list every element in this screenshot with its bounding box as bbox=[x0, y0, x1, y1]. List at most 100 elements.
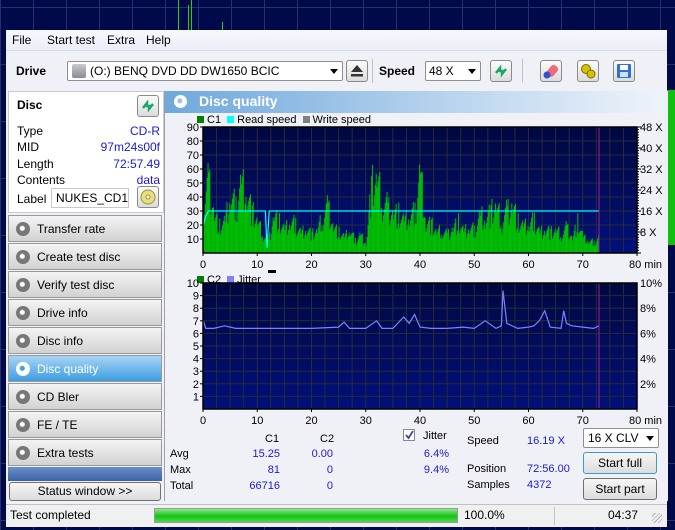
c1-bar bbox=[329, 228, 331, 253]
resize-grip[interactable] bbox=[652, 513, 662, 523]
c1-bar bbox=[533, 212, 535, 253]
c1-bar bbox=[391, 215, 393, 253]
refresh-speed-button[interactable] bbox=[490, 60, 512, 82]
c1-bar bbox=[552, 235, 554, 253]
stats-total-label: Total bbox=[170, 480, 194, 492]
c1-bar bbox=[341, 235, 343, 253]
menu-file[interactable]: File bbox=[12, 33, 31, 47]
status-window-button[interactable]: Status window >> bbox=[9, 482, 161, 501]
c1-bar bbox=[573, 230, 575, 253]
c1-bar bbox=[403, 221, 405, 253]
c1-bar bbox=[282, 225, 284, 253]
c1-bar bbox=[283, 223, 285, 253]
c1-bar bbox=[261, 236, 263, 253]
elapsed-time: 04:37 bbox=[608, 508, 639, 522]
y2-tick-label: 4% bbox=[640, 354, 656, 366]
c1-bar bbox=[255, 220, 257, 253]
c1-bar bbox=[248, 200, 250, 253]
c1-bar bbox=[589, 241, 591, 253]
c1-bar bbox=[580, 230, 582, 253]
c1-bar bbox=[376, 187, 378, 253]
c1-bar bbox=[397, 223, 399, 253]
c1-bar bbox=[486, 222, 488, 253]
nav-create-test-disc[interactable]: Create test disc bbox=[8, 243, 162, 270]
c1-bar bbox=[422, 218, 424, 253]
c1-bar bbox=[362, 233, 364, 253]
c1-bar bbox=[222, 220, 224, 253]
progress-bar bbox=[154, 508, 458, 523]
stats-col-c1: C1 bbox=[265, 433, 280, 445]
c1-bar bbox=[245, 196, 247, 253]
c1-bar bbox=[587, 240, 589, 253]
eject-button[interactable] bbox=[346, 60, 368, 82]
save-button[interactable] bbox=[613, 60, 635, 82]
c1-bar bbox=[250, 194, 252, 253]
y-tick-label: 70 bbox=[187, 150, 199, 162]
speed-select[interactable]: 48 X bbox=[425, 61, 481, 81]
legend-swatch-read-speed bbox=[227, 116, 235, 123]
settings-button[interactable] bbox=[577, 60, 599, 82]
c1-bar bbox=[491, 198, 493, 253]
start-part-button[interactable]: Start part bbox=[583, 478, 657, 500]
c1-bar bbox=[455, 218, 457, 253]
c1-bar bbox=[513, 208, 515, 253]
disc-row-type: Type CD-R bbox=[17, 124, 160, 140]
y-tick-label: 40 bbox=[187, 192, 199, 204]
nav-disc-quality[interactable]: Disc quality bbox=[8, 355, 162, 382]
c1-bar bbox=[389, 225, 391, 253]
disc-refresh-button[interactable] bbox=[137, 95, 159, 117]
c1-bar bbox=[294, 233, 296, 253]
disc-label-button[interactable] bbox=[137, 186, 159, 208]
panel-header: Disc quality bbox=[165, 91, 664, 113]
c1-bar bbox=[212, 208, 214, 253]
start-full-button[interactable]: Start full bbox=[583, 452, 657, 474]
c1-bar bbox=[431, 217, 433, 253]
speed-mode-select[interactable]: 16 X CLV bbox=[583, 428, 659, 448]
nav-extra-tests[interactable]: Extra tests bbox=[8, 439, 162, 466]
c1-bar bbox=[371, 175, 373, 253]
c1-bar bbox=[340, 237, 342, 253]
c1-bar bbox=[287, 234, 289, 253]
disc-label-input[interactable]: NUKES_CD1 bbox=[51, 188, 129, 208]
c1-bar bbox=[349, 236, 351, 253]
c1-bar bbox=[418, 182, 420, 253]
y-tick-label: 6 bbox=[193, 328, 199, 340]
menu-extra[interactable]: Extra bbox=[107, 33, 135, 47]
c1-bar bbox=[497, 205, 499, 253]
disc-label-label: Label bbox=[17, 192, 47, 206]
drive-value: (O:) BENQ DVD DD DW1650 BCIC bbox=[90, 64, 280, 78]
c1-bar bbox=[233, 188, 235, 253]
menu-help[interactable]: Help bbox=[146, 33, 171, 47]
c1-bar bbox=[469, 230, 471, 253]
nav-transfer-rate[interactable]: Transfer rate bbox=[8, 215, 162, 242]
drive-select[interactable]: (O:) BENQ DVD DD DW1650 BCIC bbox=[67, 61, 343, 81]
c1-bar bbox=[502, 228, 504, 253]
c1-bar bbox=[237, 211, 239, 253]
c1-bar bbox=[379, 171, 381, 253]
c1-bar bbox=[405, 210, 407, 253]
c1-bar bbox=[510, 211, 512, 253]
c1-bar bbox=[286, 220, 288, 253]
legend-write-speed: Write speed bbox=[312, 114, 372, 126]
erase-button[interactable] bbox=[540, 60, 562, 82]
drive-icon bbox=[72, 64, 86, 78]
nav-disc-info[interactable]: Disc info bbox=[8, 327, 162, 354]
c1-bar bbox=[420, 173, 421, 253]
c1-bar bbox=[313, 239, 315, 253]
c1-bar bbox=[462, 225, 464, 253]
menu-start-test[interactable]: Start test bbox=[47, 33, 95, 47]
c1-bar bbox=[284, 229, 286, 253]
c1-bar bbox=[243, 212, 245, 253]
disc-type-label: Type bbox=[17, 124, 44, 138]
nav-drive-info[interactable]: Drive info bbox=[8, 299, 162, 326]
nav-verify-test-disc[interactable]: Verify test disc bbox=[8, 271, 162, 298]
jitter-checkbox[interactable] bbox=[403, 429, 415, 441]
c1-bar bbox=[331, 224, 333, 253]
c1-bar bbox=[417, 197, 419, 253]
nav-fe-te[interactable]: FE / TE bbox=[8, 411, 162, 438]
c1-bar bbox=[480, 211, 482, 253]
settings-icon bbox=[581, 64, 596, 79]
nav-cd-bler[interactable]: CD Bler bbox=[8, 383, 162, 410]
y-tick-label: 50 bbox=[187, 178, 199, 190]
c1-bar bbox=[492, 223, 494, 253]
